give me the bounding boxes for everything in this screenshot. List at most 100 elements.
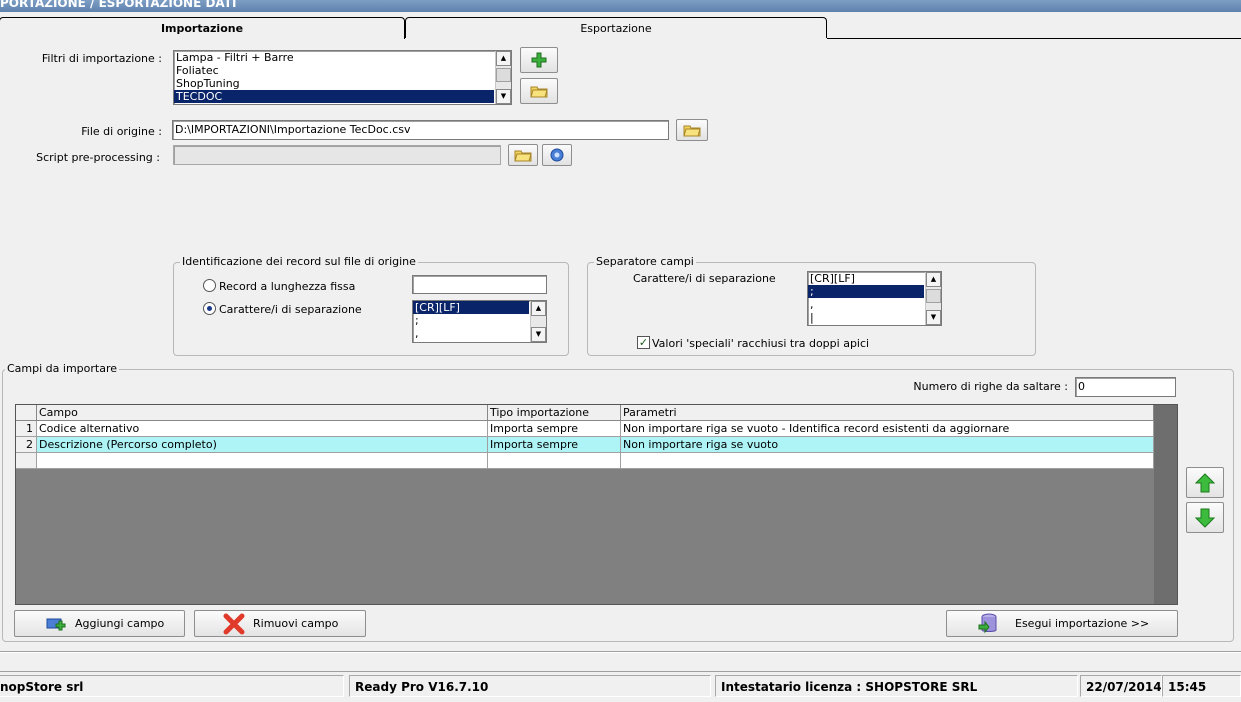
grid-corner	[16, 405, 37, 421]
scroll-thumb[interactable]	[496, 68, 511, 82]
remove-icon	[223, 613, 245, 635]
cell-parametri[interactable]: Non importare riga se vuoto - Identifica…	[621, 421, 1154, 437]
plus-icon	[531, 52, 547, 68]
window-title: PORTAZIONE / ESPORTAZIONE DATI	[0, 0, 237, 10]
filter-item[interactable]: Lampa - Filtri + Barre	[174, 51, 511, 64]
skip-rows-label: Numero di righe da saltare :	[913, 380, 1068, 393]
skip-rows-input[interactable]: 0	[1075, 377, 1176, 397]
column-header-parametri[interactable]: Parametri	[621, 405, 1154, 421]
tab-esportazione[interactable]: Esportazione	[405, 17, 827, 38]
scroll-down-icon[interactable]: ▼	[531, 327, 546, 342]
move-down-button[interactable]	[1186, 502, 1224, 533]
radio-fixed-length-label[interactable]: Record a lunghezza fissa	[219, 280, 355, 293]
tab-importazione[interactable]: Importazione	[0, 17, 405, 39]
source-file-input[interactable]: D:\IMPORTAZIONI\Importazione TecDoc.csv	[172, 120, 669, 140]
run-import-label: Esegui importazione >>	[1015, 617, 1150, 630]
window-title-bar: PORTAZIONE / ESPORTAZIONE DATI	[0, 0, 1241, 12]
remove-field-button[interactable]: Rimuovi campo	[194, 610, 366, 637]
browse-file-button[interactable]	[676, 119, 708, 141]
cell-tipo[interactable]: Importa sempre	[488, 421, 621, 437]
table-row[interactable]: 1 Codice alternativo Importa sempre Non …	[16, 421, 1154, 437]
fields-grid[interactable]: Campo Tipo importazione Parametri 1 Codi…	[15, 404, 1178, 605]
record-sep-item-selected[interactable]: [CR][LF]	[413, 301, 529, 314]
record-sep-scrollbar[interactable]: ▲ ▼	[530, 301, 546, 342]
fixed-length-input[interactable]	[412, 275, 547, 294]
scroll-down-icon[interactable]: ▼	[926, 310, 941, 325]
field-sep-item[interactable]: |	[808, 311, 941, 324]
status-bar: nopStore srl Ready Pro V16.7.10 Intestat…	[0, 671, 1241, 702]
arrow-down-icon	[1195, 508, 1215, 528]
filters-label: Filtri di importazione :	[41, 52, 162, 65]
folder-icon	[683, 125, 701, 137]
status-separator	[0, 651, 1241, 653]
quotes-checkbox[interactable]: ✓	[637, 336, 650, 349]
quotes-checkbox-label[interactable]: Valori 'speciali' racchiusi tra doppi ap…	[652, 337, 869, 350]
record-id-title: Identificazione dei record sul file di o…	[180, 255, 418, 268]
scroll-thumb[interactable]	[926, 289, 941, 303]
browse-script-button[interactable]	[508, 144, 538, 166]
script-input[interactable]	[173, 145, 501, 165]
scroll-down-icon[interactable]: ▼	[496, 89, 511, 104]
scroll-up-icon[interactable]: ▲	[496, 51, 511, 66]
scroll-up-icon[interactable]: ▲	[926, 272, 941, 287]
add-field-icon	[45, 613, 67, 635]
filters-listbox[interactable]: Lampa - Filtri + Barre Foliatec ShopTuni…	[173, 50, 512, 105]
cell-campo[interactable]	[37, 453, 488, 469]
record-sep-item[interactable]: ;	[413, 314, 546, 327]
filter-item[interactable]: ShopTuning	[174, 77, 511, 90]
status-date: 22/07/2014	[1080, 675, 1162, 697]
scroll-up-icon[interactable]: ▲	[531, 301, 546, 316]
table-row-selected[interactable]: 2 Descrizione (Percorso completo) Import…	[16, 437, 1154, 453]
open-filter-button[interactable]	[520, 78, 558, 104]
fields-group-title: Campi da importare	[5, 362, 119, 375]
arrow-up-icon	[1195, 472, 1215, 492]
field-sep-item[interactable]: ,	[808, 298, 941, 311]
status-version: Ready Pro V16.7.10	[349, 675, 711, 697]
filters-scrollbar[interactable]: ▲ ▼	[495, 51, 511, 104]
move-up-button[interactable]	[1186, 467, 1224, 498]
remove-field-label: Rimuovi campo	[253, 617, 339, 630]
add-field-button[interactable]: Aggiungi campo	[14, 610, 185, 637]
filter-item[interactable]: Foliatec	[174, 64, 511, 77]
add-field-label: Aggiungi campo	[75, 617, 165, 630]
cell-tipo[interactable]	[488, 453, 621, 469]
status-time: 15:45	[1162, 675, 1241, 697]
record-sep-listbox[interactable]: [CR][LF] ; , ▲ ▼	[412, 300, 547, 343]
tab-divider	[827, 38, 1241, 39]
field-sep-title: Separatore campi	[594, 255, 696, 268]
cell-parametri[interactable]	[621, 453, 1154, 469]
column-header-tipo[interactable]: Tipo importazione	[488, 405, 621, 421]
status-license: Intestatario licenza : SHOPSTORE SRL	[715, 675, 1078, 697]
field-sep-listbox[interactable]: [CR][LF] ; , | ▲ ▼	[807, 271, 942, 326]
folder-icon	[530, 86, 548, 98]
help-icon	[550, 148, 564, 162]
radio-separator-chars-label[interactable]: Carattere/i di separazione	[219, 303, 362, 316]
cell-campo[interactable]: Descrizione (Percorso completo)	[37, 437, 488, 453]
folder-icon	[514, 150, 532, 162]
field-sep-label: Carattere/i di separazione	[633, 272, 776, 285]
run-import-button[interactable]: Esegui importazione >>	[946, 610, 1178, 637]
row-number: 2	[16, 437, 37, 453]
script-help-button[interactable]	[542, 144, 572, 166]
grid-header: Campo Tipo importazione Parametri	[16, 405, 1154, 421]
database-import-icon	[977, 613, 999, 635]
source-file-label: File di origine :	[81, 125, 162, 138]
field-sep-scrollbar[interactable]: ▲ ▼	[925, 272, 941, 325]
cell-tipo[interactable]: Importa sempre	[488, 437, 621, 453]
script-label: Script pre-processing :	[36, 151, 160, 164]
record-sep-item[interactable]: ,	[413, 327, 546, 340]
radio-fixed-length[interactable]	[203, 279, 216, 292]
add-filter-button[interactable]	[520, 47, 558, 73]
grid-vertical-scroll-area[interactable]	[1154, 405, 1177, 604]
row-number: 1	[16, 421, 37, 437]
status-company: nopStore srl	[0, 675, 344, 697]
cell-parametri[interactable]: Non importare riga se vuoto	[621, 437, 1154, 453]
field-sep-item-selected[interactable]: ;	[808, 285, 924, 298]
row-number	[16, 453, 37, 469]
filter-item-selected[interactable]: TECDOC	[174, 90, 494, 103]
table-row-empty[interactable]	[16, 453, 1154, 469]
cell-campo[interactable]: Codice alternativo	[37, 421, 488, 437]
radio-separator-chars[interactable]	[203, 302, 216, 315]
field-sep-item[interactable]: [CR][LF]	[808, 272, 941, 285]
column-header-campo[interactable]: Campo	[37, 405, 488, 421]
